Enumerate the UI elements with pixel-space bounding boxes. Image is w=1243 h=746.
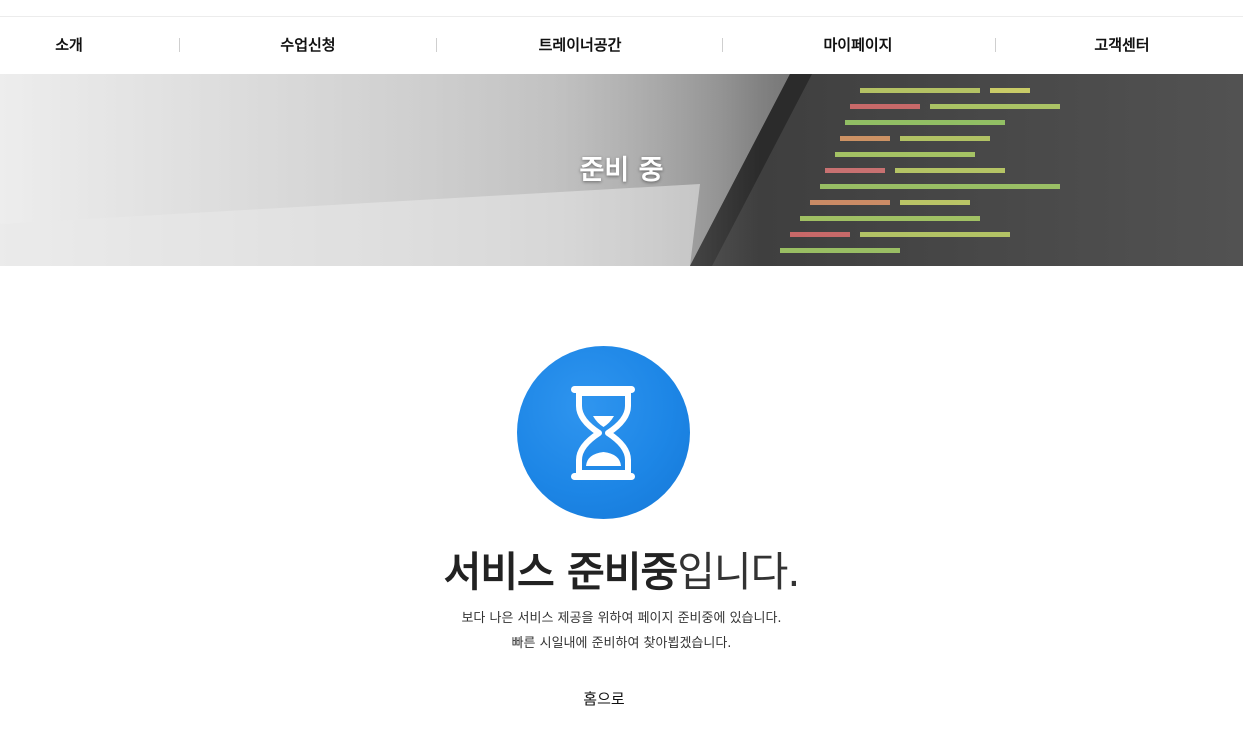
- nav-divider: [436, 38, 437, 52]
- notice-headline: 서비스 준비중입니다.: [0, 538, 1243, 598]
- preparing-notice: 서비스 준비중입니다. 보다 나은 서비스 제공을 위하여 페이지 준비중에 있…: [0, 266, 1243, 746]
- nav-divider: [722, 38, 723, 52]
- nav-item-class-apply[interactable]: 수업신청: [262, 17, 354, 74]
- notice-description-line2: 빠른 시일내에 준비하여 찾아뵙겠습니다.: [511, 636, 732, 651]
- nav-item-mypage[interactable]: 마이페이지: [805, 17, 911, 74]
- banner-title: 준비 중: [579, 155, 664, 186]
- nav-item-customer-center[interactable]: 고객센터: [1075, 17, 1169, 74]
- page-banner: 준비 중: [0, 74, 1243, 266]
- nav-divider: [179, 38, 180, 52]
- home-button[interactable]: 홈으로: [565, 684, 643, 714]
- headline-strong: 서비스 준비중: [443, 548, 679, 596]
- nav-item-intro[interactable]: 소개: [40, 17, 98, 74]
- main-navigation: 소개 수업신청 트레이너공간 마이페이지 고객센터: [0, 17, 1243, 74]
- hourglass-badge: [517, 346, 690, 519]
- headline-light: 입니다.: [677, 548, 800, 596]
- nav-divider: [995, 38, 996, 52]
- notice-description-line1: 보다 나은 서비스 제공을 위하여 페이지 준비중에 있습니다.: [461, 611, 782, 626]
- hourglass-icon: [571, 386, 635, 480]
- nav-item-trainer-space[interactable]: 트레이너공간: [520, 17, 640, 74]
- top-utility-bar: [0, 0, 1243, 17]
